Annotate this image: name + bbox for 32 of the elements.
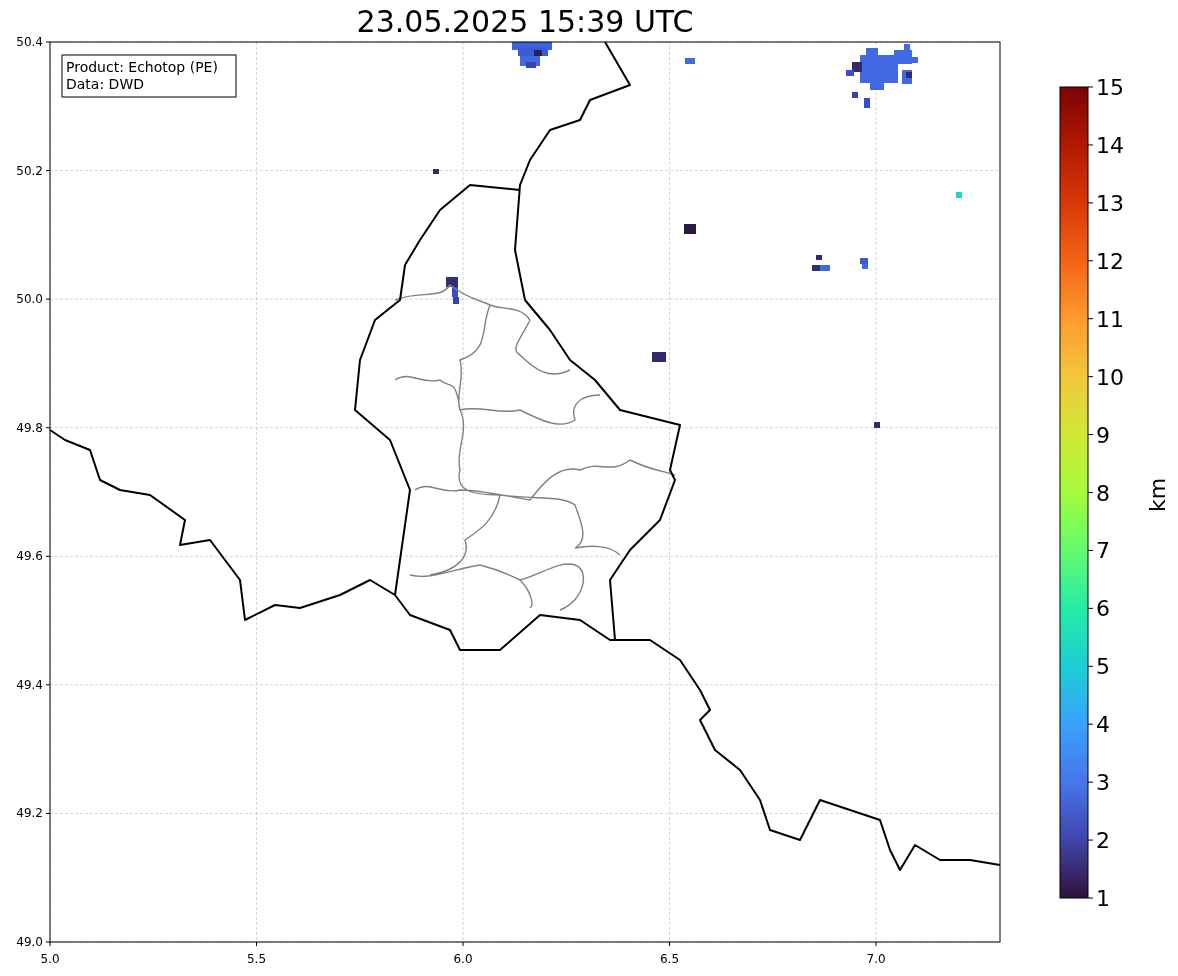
colorbar-tick-label: 10 (1096, 364, 1124, 390)
colorbar-tick-label: 9 (1096, 422, 1110, 448)
colorbar-tick-label: 11 (1096, 306, 1124, 332)
axis-tick-label: 6.5 (659, 952, 680, 966)
axis-tick-label: 49.6 (16, 549, 43, 564)
axis-tick-label: 49.0 (16, 935, 43, 949)
colorbar-tick-label: 15 (1096, 75, 1124, 100)
axis-tick-label: 50.2 (16, 163, 43, 178)
colorbar-tick-label: 1 (1096, 886, 1110, 911)
axis-tick-label: 49.2 (16, 806, 43, 821)
colorbar-tick-label: 8 (1096, 480, 1110, 506)
chart-title: 23.05.2025 15:39 UTC (356, 4, 694, 39)
colorbar-tick-label: 5 (1096, 654, 1110, 680)
axis-tick-label: 49.4 (16, 677, 43, 692)
colorbar-tick-label: 14 (1096, 132, 1124, 158)
axis-tick-label: 49.8 (16, 420, 43, 435)
axis-tick-label: 5.0 (40, 952, 60, 966)
colorbar-label: km (1145, 477, 1170, 513)
colorbar-tick-label: 6 (1096, 596, 1110, 622)
colorbar-tick-label: 3 (1096, 770, 1110, 796)
colorbar-tick-label: 13 (1096, 190, 1124, 216)
axis-tick-label: 5.5 (246, 952, 267, 966)
legend-text: Data: DWD (66, 76, 144, 92)
colorbar-tick-label: 2 (1096, 828, 1110, 854)
axis-tick-label: 7.0 (866, 952, 886, 966)
axis-tick-label: 50.4 (16, 36, 43, 49)
axis-tick-label: 6.0 (453, 952, 473, 966)
legend-text: Product: Echotop (PE) (66, 59, 218, 75)
colorbar-tick-label: 12 (1096, 248, 1124, 274)
colorbar-tick-label: 7 (1096, 538, 1110, 564)
colorbar-tick-label: 4 (1096, 712, 1110, 738)
axis-tick-label: 50.0 (16, 292, 43, 307)
